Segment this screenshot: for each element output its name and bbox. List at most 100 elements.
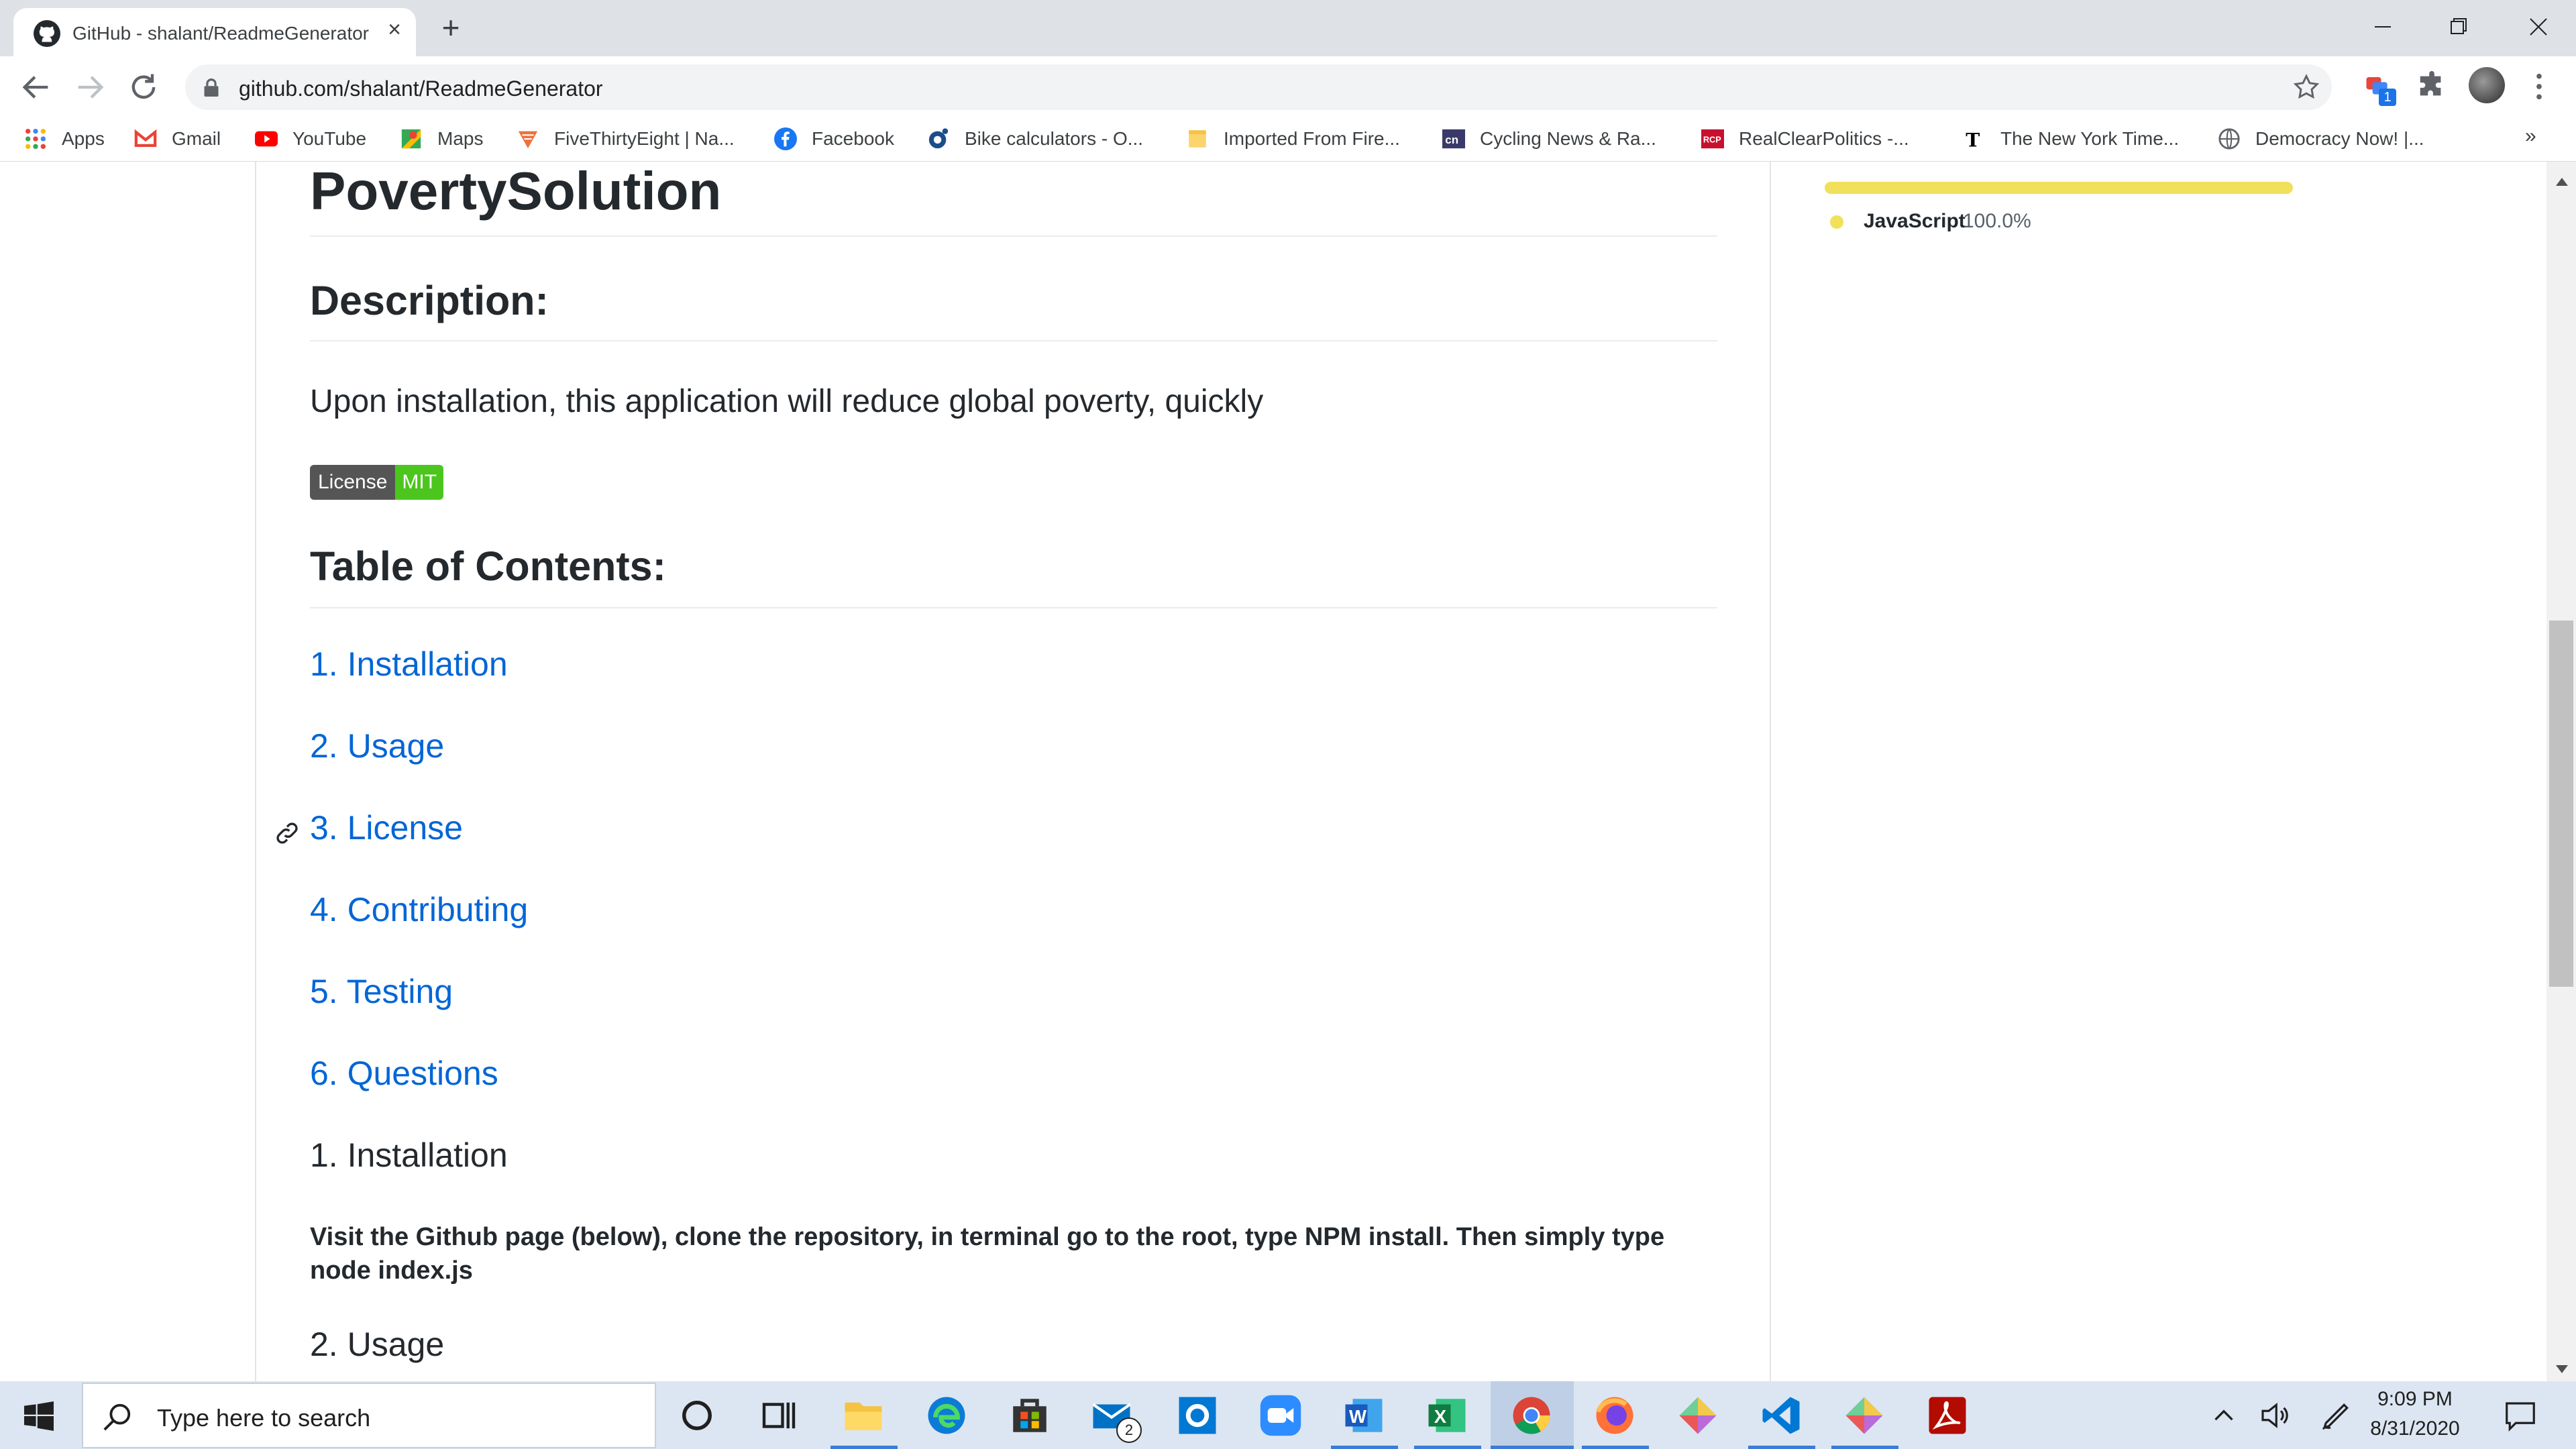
fivethirtyeight-icon — [518, 131, 538, 149]
windows-taskbar: Type here to search 2 W X 9:09 PM 8/31/2… — [0, 1381, 2576, 1449]
page-scrollbar[interactable] — [2546, 162, 2576, 1381]
bookmark-imported-folder[interactable]: Imported From Fire... — [1186, 123, 1400, 154]
bookmark-star-icon[interactable] — [2292, 72, 2321, 102]
clock-date[interactable]: 8/31/2020 — [2361, 1417, 2469, 1440]
puzzle-icon[interactable] — [2416, 70, 2447, 101]
bookmark-democracy-now[interactable]: Democracy Now! |... — [2218, 123, 2424, 154]
github-page: PovertySolution Description: Upon instal… — [0, 162, 2576, 1381]
scroll-thumb[interactable] — [2549, 621, 2573, 987]
github-icon — [34, 20, 60, 47]
bookmark-label: The New York Time... — [2000, 128, 2180, 149]
nytimes-icon: T — [1966, 128, 1980, 150]
menu-kebab-icon[interactable] — [2530, 71, 2548, 102]
mail-badge: 2 — [1116, 1417, 1142, 1443]
bookmark-fivethirtyeight[interactable]: FiveThirtyEight | Na... — [517, 123, 735, 154]
gmail-icon — [134, 129, 157, 148]
cortana-icon[interactable] — [675, 1393, 719, 1438]
toc-link-testing[interactable]: 5. Testing — [310, 972, 1717, 1011]
svg-text:cn: cn — [1445, 133, 1458, 146]
svg-text:RCP: RCP — [1703, 135, 1721, 145]
gitkraken-active-indicator — [1831, 1446, 1898, 1449]
bookmark-gmail[interactable]: Gmail — [134, 123, 221, 154]
facebook-icon — [774, 127, 797, 150]
notifications-icon[interactable] — [2502, 1393, 2538, 1438]
extension-badge: 1 — [2379, 89, 2396, 106]
scroll-down-icon[interactable] — [2556, 1365, 2568, 1373]
excel-icon[interactable]: X — [1425, 1393, 1469, 1438]
bookmark-bike-calculators[interactable]: Bike calculators - O... — [927, 123, 1143, 154]
bookmark-cycling-news[interactable]: cn Cycling News & Ra... — [1442, 123, 1656, 154]
bookmark-label: Maps — [437, 128, 484, 149]
edge-icon[interactable] — [924, 1393, 969, 1438]
word-icon[interactable]: W — [1342, 1393, 1386, 1438]
bookmark-label: Democracy Now! |... — [2255, 128, 2424, 149]
scroll-up-icon[interactable] — [2556, 178, 2568, 186]
outlook-icon[interactable] — [1175, 1393, 1220, 1438]
installation-heading: 1. Installation — [310, 1136, 508, 1174]
toc-link-usage[interactable]: 2. Usage — [310, 727, 1717, 765]
clock-time[interactable]: 9:09 PM — [2361, 1388, 2469, 1411]
youtube-icon — [255, 131, 278, 147]
back-icon[interactable] — [19, 70, 54, 105]
bookmark-apps[interactable]: Apps — [24, 123, 105, 154]
volume-icon[interactable] — [2257, 1393, 2293, 1438]
pen-icon[interactable] — [2318, 1393, 2355, 1438]
new-tab-icon[interactable]: + — [435, 12, 467, 44]
zoom-icon[interactable] — [1258, 1393, 1303, 1438]
installation-text: Visit the Github page (below), clone the… — [310, 1223, 1665, 1285]
description-heading: Description: — [310, 278, 549, 323]
task-view-icon[interactable] — [757, 1393, 801, 1438]
anchor-link-icon[interactable] — [274, 820, 301, 847]
readme-container — [255, 162, 1771, 1381]
toc-link-installation[interactable]: 1. Installation — [310, 645, 1717, 684]
firefox-icon[interactable] — [1593, 1393, 1637, 1438]
tab-strip: GitHub - shalant/ReadmeGenerator × + — [0, 0, 2576, 56]
toc-link-questions[interactable]: 6. Questions — [310, 1054, 1717, 1093]
lock-icon[interactable] — [203, 78, 220, 97]
bookmark-facebook[interactable]: Facebook — [774, 123, 894, 154]
chrome-icon[interactable] — [1509, 1393, 1554, 1438]
gitkraken-icon[interactable] — [1676, 1393, 1720, 1438]
toc-link-license[interactable]: 3. License — [310, 808, 1717, 847]
extension-button[interactable]: 1 — [2363, 70, 2399, 106]
show-hidden-icons-chevron-icon[interactable] — [2207, 1393, 2241, 1438]
badge-label: License — [310, 465, 396, 500]
bookmark-realclearpolitics[interactable]: RCP RealClearPolitics -... — [1701, 123, 1909, 154]
tab-title: GitHub - shalant/ReadmeGenerator — [72, 23, 369, 44]
firefox-active-indicator — [1582, 1446, 1649, 1449]
browser-tab[interactable]: GitHub - shalant/ReadmeGenerator × — [13, 8, 416, 56]
mail-button[interactable]: 2 — [1089, 1393, 1143, 1447]
forward-icon[interactable] — [72, 70, 107, 105]
bookmark-maps[interactable]: Maps — [400, 123, 483, 154]
bookmarks-overflow-chevron-icon[interactable]: » — [2525, 125, 2536, 148]
windows-start-icon[interactable] — [24, 1401, 54, 1431]
project-title: PovertySolution — [310, 162, 722, 221]
close-window-icon[interactable] — [2512, 7, 2565, 47]
toc-link-contributing[interactable]: 4. Contributing — [310, 890, 1717, 929]
url-text: github.com/shalant/ReadmeGenerator — [239, 76, 603, 101]
bookmark-youtube[interactable]: YouTube — [255, 123, 366, 154]
store-icon[interactable] — [1008, 1393, 1052, 1438]
file-explorer-icon[interactable] — [841, 1393, 885, 1438]
realclearpolitics-icon: RCP — [1701, 129, 1724, 149]
acrobat-icon[interactable] — [1925, 1393, 1970, 1438]
svg-text:T: T — [1966, 128, 1980, 150]
gitkraken-second-icon[interactable] — [1842, 1393, 1886, 1438]
search-icon — [103, 1403, 131, 1431]
bookmark-nytimes[interactable]: T The New York Time... — [1963, 123, 2179, 154]
badge-value: MIT — [395, 465, 444, 500]
address-bar[interactable]: github.com/shalant/ReadmeGenerator — [185, 64, 2332, 110]
vscode-icon[interactable] — [1759, 1393, 1803, 1438]
language-name[interactable]: JavaScript — [1864, 210, 1966, 233]
globe-icon — [2218, 128, 2240, 150]
bookmark-label: Facebook — [812, 128, 894, 149]
reload-icon[interactable] — [126, 70, 161, 105]
title-divider — [310, 235, 1717, 237]
taskbar-search-box[interactable]: Type here to search — [82, 1383, 656, 1448]
close-tab-icon[interactable]: × — [382, 17, 407, 42]
profile-avatar[interactable] — [2469, 67, 2505, 103]
restore-icon[interactable] — [2431, 7, 2485, 47]
license-badge[interactable]: License MIT — [310, 465, 444, 500]
language-bar — [1825, 182, 2293, 194]
minimize-icon[interactable] — [2356, 7, 2410, 47]
